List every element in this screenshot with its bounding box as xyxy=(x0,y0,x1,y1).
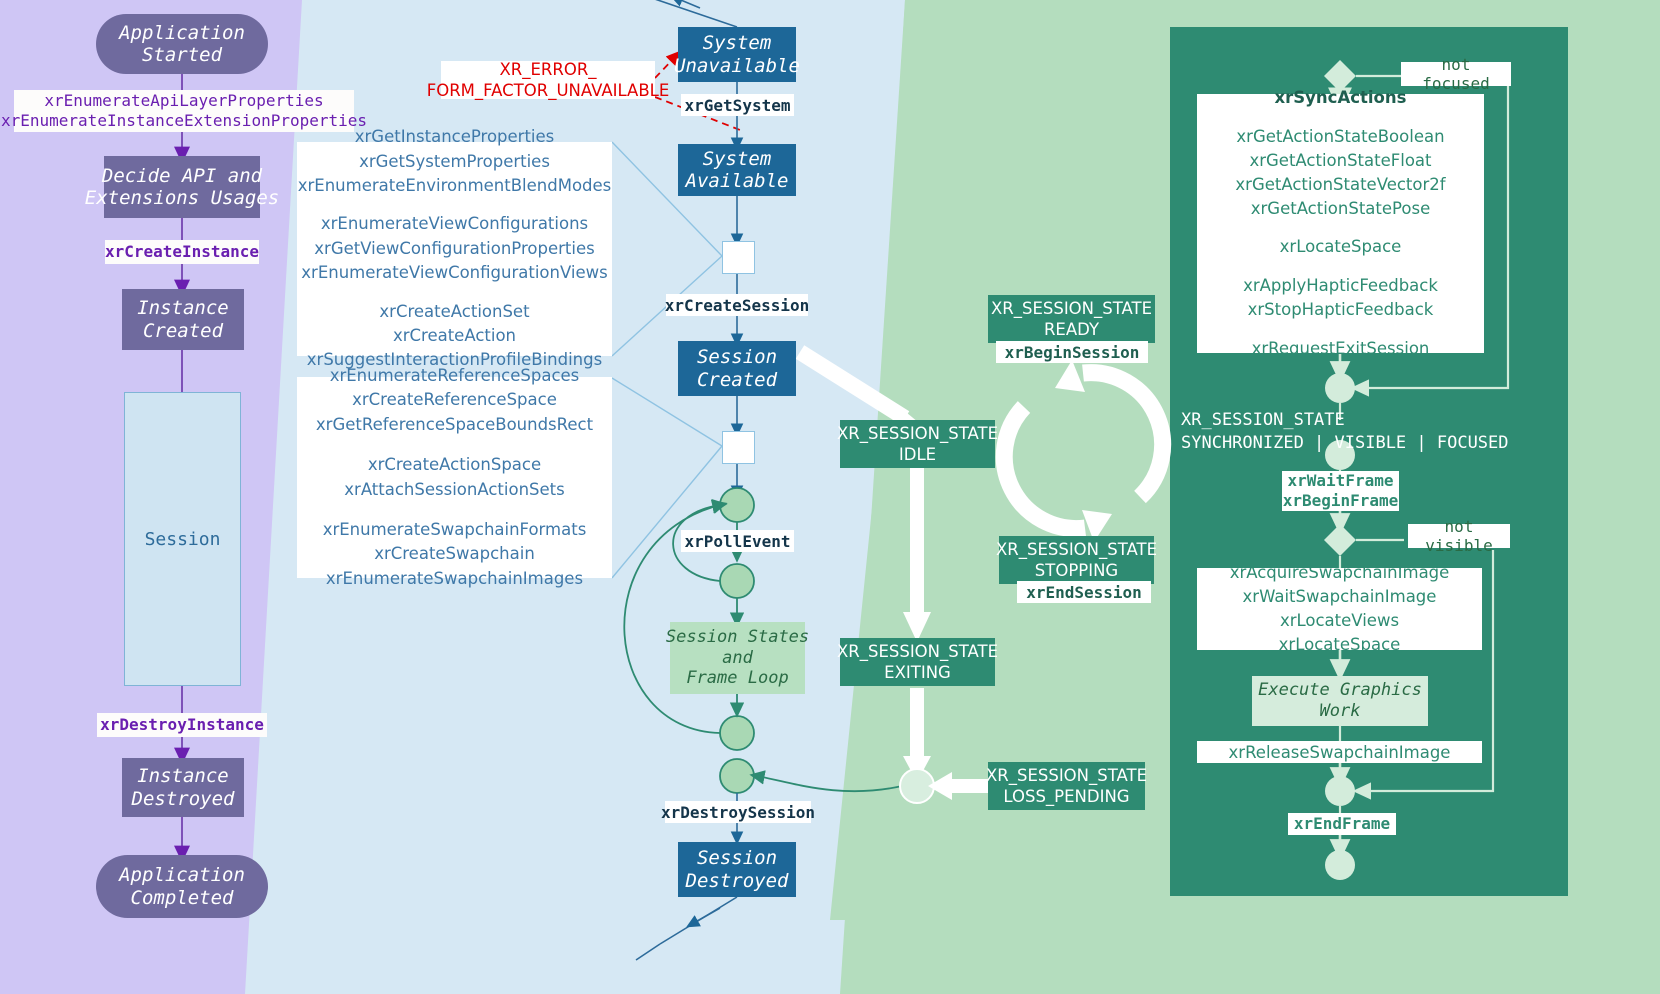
sync-actions-title: xrSyncActions xyxy=(1274,87,1407,107)
api-call: xrEnumerateEnvironmentBlendModes xyxy=(297,175,612,195)
session-state-title: XR_SESSION_STATE xyxy=(1181,410,1345,430)
application-started-label: Application Started xyxy=(119,21,245,66)
application-started-node: Application Started xyxy=(96,14,268,74)
api-call: xrRequestExitSession xyxy=(1251,339,1430,359)
wait-begin-frame-label: xrWaitFrame xrBeginFrame xyxy=(1282,471,1399,511)
api-call: xrEnumerateSwapchainFormats xyxy=(322,519,587,539)
xrcreateinstance-label: xrCreateInstance xyxy=(105,240,259,264)
swapchain-calls-card: xrAcquireSwapchainImage xrWaitSwapchainI… xyxy=(1197,563,1482,654)
instance-destroyed-node: Instance Destroyed xyxy=(122,758,244,817)
xrendsession-label: xrEndSession xyxy=(1017,581,1151,603)
session-created-node: Session Created xyxy=(678,341,796,396)
session-destroyed-node: Session Destroyed xyxy=(678,842,796,897)
decide-api-extensions-node: Decide API and Extensions Usages xyxy=(85,156,279,218)
api-call: xrGetViewConfigurationProperties xyxy=(314,238,595,258)
application-completed-node: Application Completed xyxy=(96,855,268,918)
session-states-frame-loop-node: Session States and Frame Loop xyxy=(666,622,809,694)
xrendframe-label: xrEndFrame xyxy=(1288,813,1396,835)
api-call: xrGetInstanceProperties xyxy=(354,127,555,147)
api-call: xrAttachSessionActionSets xyxy=(344,479,565,499)
session-state-ready-node: XR_SESSION_STATE READY xyxy=(988,295,1155,343)
api-call: xrEnumerateViewConfigurationViews xyxy=(301,263,608,283)
api-call: xrLocateViews xyxy=(1279,611,1400,630)
session-api-junction xyxy=(722,431,755,464)
api-call: xrCreateActionSpace xyxy=(367,455,542,475)
api-call: xrEnumerateSwapchainImages xyxy=(325,568,584,588)
session-scope-region: Session xyxy=(124,392,241,686)
session-api-card: xrEnumerateReferenceSpaces xrCreateRefer… xyxy=(297,366,612,588)
api-call: xrGetActionStateVector2f xyxy=(1235,174,1446,194)
api-call: xrCreateActionSet xyxy=(379,301,530,321)
xrbeginsession-label: xrBeginSession xyxy=(996,341,1148,363)
api-call: xrApplyHapticFeedback xyxy=(1243,276,1438,296)
api-call: xrEnumerateReferenceSpaces xyxy=(329,365,580,385)
api-call: xrLocateSpace xyxy=(1279,237,1402,257)
session-state-values: SYNCHRONIZED | VISIBLE | FOCUSED xyxy=(1181,432,1509,453)
api-call: xrGetActionStateBoolean xyxy=(1236,126,1445,146)
xrreleaseswapchainimage-label: xrReleaseSwapchainImage xyxy=(1197,741,1482,763)
api-call: xrCreateReferenceSpace xyxy=(352,390,557,410)
not-focused-label: not focused xyxy=(1401,55,1511,93)
api-call: xrAcquireSwapchainImage xyxy=(1229,563,1450,583)
execute-graphics-work-node: Execute Graphics Work xyxy=(1252,676,1428,726)
api-call: xrLocateSpace xyxy=(1278,634,1401,654)
api-call: xrGetActionStateFloat xyxy=(1249,150,1432,170)
session-state-loss-pending-node: XR_SESSION_STATE LOSS_PENDING xyxy=(986,762,1147,810)
api-call: xrCreateAction xyxy=(392,326,517,346)
instance-api-junction xyxy=(722,241,755,274)
system-unavailable-node: System Unavailable xyxy=(674,27,800,82)
api-call: xrWaitSwapchainImage xyxy=(1242,587,1437,607)
sync-actions-card: xrSyncActions xrGetActionStateBoolean xr… xyxy=(1197,88,1484,358)
xrpollevent-label: xrPollEvent xyxy=(681,530,794,552)
api-call: xrEnumerateViewConfigurations xyxy=(320,214,589,234)
error-form-factor-unavailable-label: XR_ERROR_ FORM_FACTOR_UNAVAILABLE xyxy=(426,59,670,100)
xrgetsystem-label: xrGetSystem xyxy=(681,94,794,116)
not-visible-label: not visible xyxy=(1408,517,1510,555)
system-available-node: System Available xyxy=(678,144,796,196)
session-state-focus-labels: XR_SESSION_STATE SYNCHRONIZED | VISIBLE … xyxy=(1181,409,1561,455)
session-state-stopping-node: XR_SESSION_STATE STOPPING xyxy=(996,536,1157,584)
openxr-lifecycle-diagram: Application Started xrEnumerateApiLayerP… xyxy=(0,0,1660,994)
api-call: xrGetSystemProperties xyxy=(359,151,550,171)
api-call: xrGetReferenceSpaceBoundsRect xyxy=(315,414,594,434)
xrdestroysession-label: xrDestroySession xyxy=(660,801,816,823)
instance-api-card: xrGetInstanceProperties xrGetSystemPrope… xyxy=(297,127,612,369)
api-call: xrCreateSwapchain xyxy=(374,544,535,564)
api-call: xrStopHapticFeedback xyxy=(1247,300,1434,320)
xrdestroyinstance-label: xrDestroyInstance xyxy=(97,713,267,737)
session-state-idle-node: XR_SESSION_STATE IDLE xyxy=(837,420,998,468)
session-state-exiting-node: XR_SESSION_STATE EXITING xyxy=(837,638,998,686)
api-call: xrGetActionStatePose xyxy=(1250,198,1431,218)
instance-created-node: Instance Created xyxy=(122,289,244,350)
xrcreatesession-label: xrCreateSession xyxy=(664,294,810,316)
